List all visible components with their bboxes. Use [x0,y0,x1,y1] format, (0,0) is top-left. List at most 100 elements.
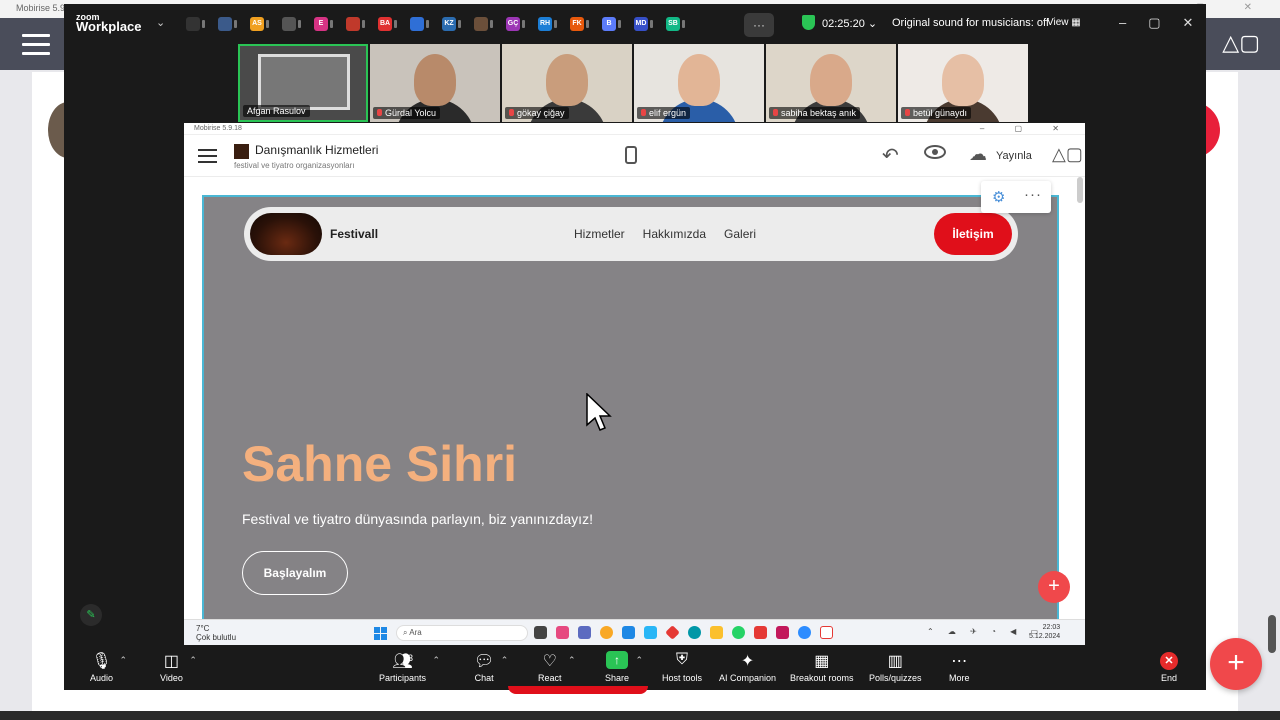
inner-scrollbar[interactable] [1077,177,1083,203]
chevron-up-icon[interactable]: ⌃ [635,655,643,666]
chevron-up-icon[interactable]: ⌃ [501,655,509,666]
participant-chip[interactable] [282,14,312,34]
video-tile[interactable]: betül günaydı [898,44,1028,122]
blocks-icon[interactable]: △▢ [1052,144,1083,165]
hero-subtitle[interactable]: Festival ve tiyatro dünyasında parlayın,… [242,511,593,527]
video-tile[interactable]: elif ergün [634,44,764,122]
mobirise-icon[interactable] [820,626,833,639]
participant-chip[interactable]: GÇ [506,14,536,34]
whatsapp-icon[interactable] [732,626,745,639]
participant-chip[interactable] [218,14,248,34]
inner-window-controls[interactable]: – ▢ ✕ [980,124,1073,133]
react-button[interactable]: ♡ React ⌃ [538,651,576,683]
host-add-block-button[interactable]: + [1210,638,1262,690]
participant-chip[interactable]: AS [250,14,280,34]
end-meeting-button[interactable]: ✕ End [1160,651,1178,683]
undo-icon[interactable]: ↶ [882,143,899,168]
edge-icon[interactable] [688,626,701,639]
participant-chip[interactable]: B [602,14,632,34]
chat-icon: 💬︎ [474,653,495,670]
preview-eye-icon[interactable] [924,145,946,159]
participant-chip[interactable]: SB [666,14,696,34]
participant-chip[interactable]: RH [538,14,568,34]
participant-chip[interactable] [346,14,376,34]
video-tile[interactable]: Afgan Rasulov [238,44,368,122]
chevron-up-icon[interactable]: ⌃ [432,655,440,666]
meeting-timer[interactable]: 02:25:20 ⌄ [822,17,877,30]
view-button[interactable]: View ▦ [1047,17,1081,28]
weather-widget[interactable]: 7°C Çok bulutlu [196,624,236,642]
participant-chip[interactable] [186,14,216,34]
windows-start-icon[interactable] [374,627,387,640]
chrome-icon[interactable] [600,626,613,639]
cloud-upload-icon[interactable]: ☁ [969,144,987,165]
app-icon[interactable] [754,626,767,639]
participant-chip[interactable]: BA [378,14,408,34]
nav-link-hakkimizda[interactable]: Hakkımızda [643,227,706,241]
hero-start-button[interactable]: Başlayalım [242,551,348,595]
more-button[interactable]: ⋯ More [949,651,970,683]
participant-chip[interactable]: FK [570,14,600,34]
nav-link-galeri[interactable]: Galeri [724,227,756,241]
zoom-icon[interactable] [798,626,811,639]
close-icon[interactable]: ✕ [1183,15,1194,31]
app-icon[interactable] [665,625,680,640]
app-icon[interactable] [534,626,547,639]
more-options-icon[interactable]: ··· [1024,186,1042,203]
chevron-up-icon[interactable]: ⌃ [568,655,576,666]
participant-chip[interactable]: KZ [442,14,472,34]
more-participants-button[interactable]: ··· [744,13,774,37]
video-tile[interactable]: gökay çiğay [502,44,632,122]
host-menu-icon[interactable] [22,34,50,61]
polls-button[interactable]: ▥ Polls/quizzes [869,651,922,683]
taskbar-search[interactable]: ⌕ Ara [396,625,528,641]
site-nav-links: Hizmetler Hakkımızda Galeri [574,227,756,241]
project-name[interactable]: Danışmanlık Hizmetleri [255,143,378,157]
site-logo-image[interactable] [250,213,322,255]
app-icon[interactable] [644,626,657,639]
nav-link-hizmetler[interactable]: Hizmetler [574,227,625,241]
chevron-up-icon[interactable]: ⌃ [189,655,197,666]
app-icon[interactable] [622,626,635,639]
chevron-down-icon[interactable]: ⌄ [156,16,165,29]
app-icon[interactable] [556,626,569,639]
host-scrollbar[interactable] [1268,615,1276,653]
minimize-icon[interactable]: – [1119,15,1126,31]
participant-chip[interactable]: E [314,14,344,34]
contact-button[interactable]: İletişim [934,213,1012,255]
audio-button[interactable]: 🎙︎ Audio ⌃ [90,651,127,683]
participant-chip[interactable] [410,14,440,34]
site-brand[interactable]: Festivall [330,227,378,241]
breakout-rooms-button[interactable]: ▦ Breakout rooms [790,651,854,683]
app-icon[interactable] [776,626,789,639]
maximize-icon[interactable]: ▢ [1148,15,1160,31]
annotate-pen-icon[interactable]: ✎ [80,604,102,626]
taskbar-clock[interactable]: 22:03 5.12.2024 [1029,623,1060,641]
folder-icon[interactable] [710,626,723,639]
chevron-up-icon[interactable]: ⌃ [119,655,127,666]
publish-button[interactable]: Yayınla [996,150,1032,162]
add-block-button[interactable]: + [1038,571,1070,603]
ai-companion-button[interactable]: ✦ AI Companion [719,651,776,683]
security-shield-icon[interactable] [802,15,815,30]
system-tray[interactable]: ⌃ ☁ ✈ ◔ ◀ ▭ [927,627,1044,636]
host-blocks-icon[interactable]: △▢ [1222,30,1260,56]
video-button[interactable]: ◫ Video ⌃ [160,651,197,683]
hero-block[interactable]: Festivall Hizmetler Hakkımızda Galeri İl… [202,195,1059,625]
participants-button[interactable]: 👥︎ 23 Participants ⌃ [379,651,440,683]
participant-chip[interactable] [474,14,504,34]
app-icon[interactable] [578,626,591,639]
host-window-controls[interactable]: ▢ ✕ [1195,2,1270,13]
participant-chip[interactable]: MD [634,14,664,34]
menu-icon[interactable] [198,149,217,167]
gear-icon[interactable]: ⚙ [992,188,1005,206]
host-tools-button[interactable]: ⛨ Host tools [662,651,702,683]
mobile-preview-icon[interactable] [625,146,637,164]
chat-button[interactable]: 💬︎ Chat ⌃ [474,651,508,683]
original-sound-status[interactable]: Original sound for musicians: off [892,17,1049,29]
video-tile[interactable]: Gürdal Yolcu [370,44,500,122]
participant-avatar-icon [282,17,296,31]
share-button[interactable]: ↑ Share ⌃ [605,651,643,683]
hero-title[interactable]: Sahne Sihri [242,435,517,493]
video-tile[interactable]: sabiha bektaş anık [766,44,896,122]
